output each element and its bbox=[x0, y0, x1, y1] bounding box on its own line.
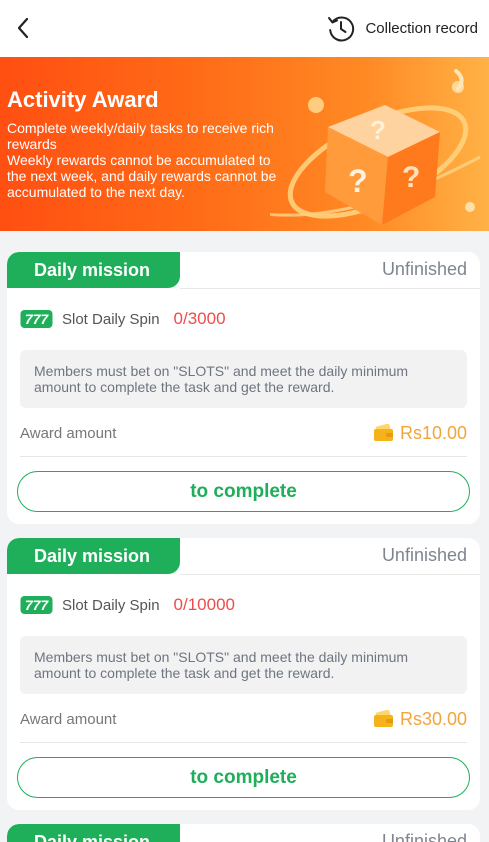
chevron-left-icon bbox=[17, 17, 29, 39]
slot-777-icon: 777 bbox=[20, 596, 53, 614]
banner-title: Activity Award bbox=[7, 87, 159, 112]
banner-description: Complete weekly/daily tasks to receive r… bbox=[7, 120, 282, 200]
award-row: Award amount Rs10.00 bbox=[20, 419, 467, 447]
top-bar: Collection record bbox=[0, 0, 489, 57]
award-label: Award amount bbox=[20, 710, 117, 728]
award-amount: Rs30.00 bbox=[399, 708, 467, 729]
task-name: Slot Daily Spin bbox=[62, 596, 160, 614]
mission-card: Daily mission Unfinished bbox=[7, 824, 480, 842]
mystery-box-icon: ? ? ? bbox=[270, 69, 481, 225]
banner-description-line: Weekly rewards cannot be accumulated to … bbox=[7, 152, 277, 200]
task-name: Slot Daily Spin bbox=[62, 310, 160, 328]
task-description: Members must bet on "SLOTS" and meet the… bbox=[20, 636, 467, 694]
task-description: Members must bet on "SLOTS" and meet the… bbox=[20, 350, 467, 408]
header-divider bbox=[180, 288, 480, 289]
slot-777-icon: 777 bbox=[20, 310, 53, 328]
mission-status: Unfinished bbox=[381, 831, 467, 842]
back-button[interactable] bbox=[10, 14, 36, 42]
award-value: Rs30.00 bbox=[373, 708, 467, 730]
task-progress: 0/3000 bbox=[173, 309, 226, 328]
to-complete-button[interactable]: to complete bbox=[17, 471, 470, 512]
activity-banner: ? ? ? Activity Award Complete weekly/dai… bbox=[0, 57, 489, 231]
banner-description-line: Complete weekly/daily tasks to receive r… bbox=[7, 120, 274, 152]
collection-record-label: Collection record bbox=[365, 19, 478, 37]
svg-text:?: ? bbox=[370, 115, 386, 145]
mission-card: Daily mission Unfinished 777 Slot Daily … bbox=[7, 252, 480, 524]
to-complete-button[interactable]: to complete bbox=[17, 757, 470, 798]
wallet-icon bbox=[373, 710, 393, 727]
award-row: Award amount Rs30.00 bbox=[20, 705, 467, 733]
svg-text:?: ? bbox=[402, 161, 420, 194]
header-divider bbox=[180, 574, 480, 575]
task-row: 777 Slot Daily Spin 0/3000 bbox=[20, 309, 226, 329]
mission-status: Unfinished bbox=[381, 259, 467, 279]
mission-type-tab: Daily mission bbox=[7, 824, 180, 842]
collection-record-button[interactable]: Collection record bbox=[326, 10, 478, 46]
wallet-icon bbox=[373, 424, 393, 441]
award-amount: Rs10.00 bbox=[399, 422, 467, 443]
mission-status: Unfinished bbox=[381, 545, 467, 565]
history-clock-icon bbox=[328, 16, 355, 42]
svg-text:777: 777 bbox=[25, 311, 50, 327]
mission-card: Daily mission Unfinished 777 Slot Daily … bbox=[7, 538, 480, 810]
award-label: Award amount bbox=[20, 424, 117, 442]
task-progress: 0/10000 bbox=[173, 595, 235, 614]
divider bbox=[20, 456, 467, 457]
divider bbox=[20, 742, 467, 743]
svg-text:777: 777 bbox=[25, 597, 50, 613]
task-row: 777 Slot Daily Spin 0/10000 bbox=[20, 595, 235, 615]
mission-type-tab: Daily mission bbox=[7, 538, 180, 574]
mission-type-tab: Daily mission bbox=[7, 252, 180, 288]
award-value: Rs10.00 bbox=[373, 422, 467, 444]
svg-text:?: ? bbox=[348, 163, 368, 199]
